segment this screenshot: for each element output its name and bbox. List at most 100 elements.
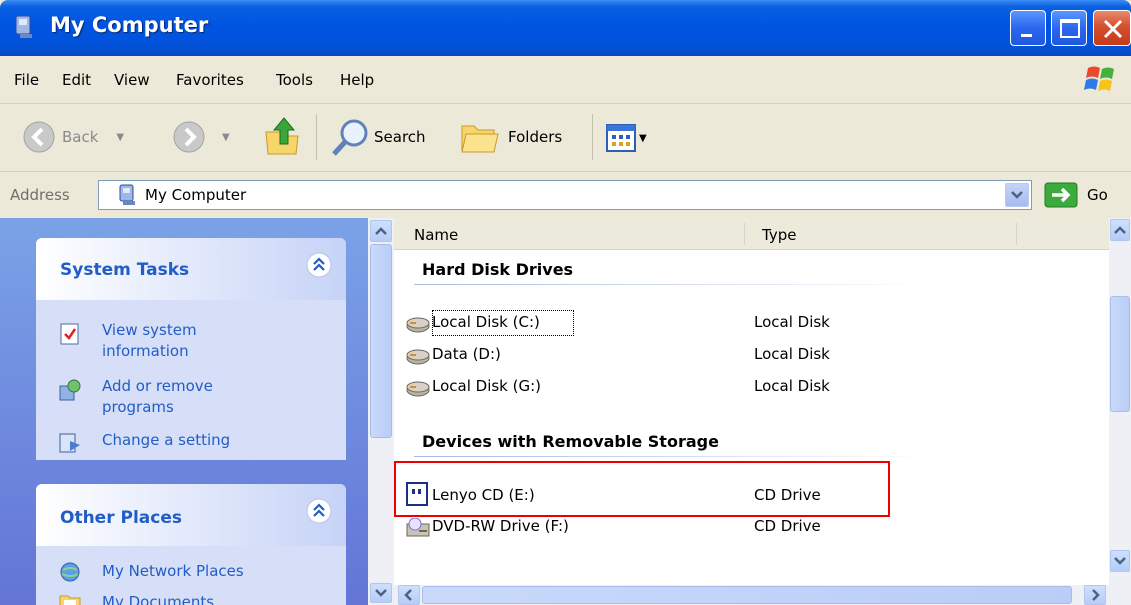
folders-icon	[461, 125, 499, 153]
window-title: My Computer	[50, 13, 209, 37]
my-network-places-link[interactable]: My Network Places	[102, 561, 244, 582]
highlight-box	[394, 461, 890, 517]
menu-edit[interactable]: Edit	[62, 71, 91, 89]
add-remove-programs-link[interactable]: Add or remove programs	[102, 376, 252, 418]
toolbar-separator	[316, 114, 317, 160]
minimize-icon	[1021, 34, 1032, 37]
forward-dropdown-icon[interactable]: ▼	[222, 132, 230, 143]
address-bar: Address My Computer Go	[0, 172, 1131, 218]
address-dropdown-button[interactable]	[1005, 183, 1029, 207]
back-label: Back	[62, 128, 99, 146]
group-title-removable: Devices with Removable Storage	[422, 432, 719, 451]
group-divider	[414, 284, 934, 285]
menu-help[interactable]: Help	[340, 71, 374, 89]
windows-logo-icon	[1084, 66, 1114, 91]
address-field[interactable]: My Computer	[98, 180, 1032, 210]
hard-disk-icon	[406, 349, 430, 365]
maximize-button[interactable]	[1051, 10, 1087, 46]
scroll-up-button[interactable]	[370, 220, 392, 242]
chevron-left-icon	[404, 589, 412, 601]
back-arrow-icon	[23, 121, 55, 153]
control-panel-icon	[59, 433, 80, 453]
my-computer-icon	[15, 15, 32, 38]
toolbar-separator	[592, 114, 593, 160]
scroll-right-button[interactable]	[1084, 585, 1106, 605]
scroll-down-button[interactable]	[370, 583, 392, 603]
views-dropdown-icon[interactable]: ▼	[639, 133, 647, 144]
toolbar: Back ▼ ▼ Search Folders ▼	[0, 104, 1131, 172]
chevron-right-icon	[1092, 589, 1100, 601]
collapse-chevron-icon[interactable]	[306, 252, 332, 278]
up-folder-button[interactable]	[262, 114, 302, 158]
scroll-thumb[interactable]	[370, 244, 392, 438]
drive-f-name[interactable]: DVD-RW Drive (F:)	[432, 517, 569, 535]
scroll-thumb[interactable]	[1110, 296, 1130, 412]
drive-g-name[interactable]: Local Disk (G:)	[432, 377, 541, 395]
search-icon	[332, 119, 368, 156]
go-arrow-icon[interactable]	[1044, 182, 1078, 208]
go-button-label[interactable]: Go	[1087, 186, 1108, 204]
chevron-down-icon	[375, 589, 387, 597]
column-name-header[interactable]: Name	[414, 226, 458, 244]
folders-label: Folders	[508, 128, 563, 146]
menu-tools[interactable]: Tools	[276, 71, 313, 89]
view-system-information-link[interactable]: View system information	[102, 320, 252, 362]
address-value: My Computer	[145, 186, 247, 204]
other-places-title: Other Places	[60, 508, 182, 528]
group-title-hard-disks: Hard Disk Drives	[422, 260, 574, 279]
minimize-button[interactable]	[1010, 10, 1046, 46]
drive-g-type: Local Disk	[754, 377, 830, 395]
scroll-down-button[interactable]	[1110, 550, 1130, 572]
chevron-down-icon	[1114, 557, 1126, 565]
close-icon	[1103, 19, 1123, 39]
task-pane-scrollbar[interactable]	[368, 218, 394, 605]
my-documents-link[interactable]: My Documents	[102, 592, 214, 605]
menu-favorites[interactable]: Favorites	[176, 71, 244, 89]
add-remove-programs-icon	[59, 379, 81, 401]
menu-file[interactable]: File	[14, 71, 39, 89]
views-button[interactable]: ▼	[606, 124, 647, 152]
close-button[interactable]	[1093, 10, 1131, 46]
folders-button[interactable]: Folders	[458, 116, 562, 158]
system-tasks-header[interactable]: System Tasks	[36, 238, 346, 300]
drive-c-name[interactable]: Local Disk (C:)	[432, 313, 540, 331]
up-folder-icon	[265, 117, 299, 155]
my-documents-icon	[59, 595, 81, 605]
forward-arrow-icon	[173, 121, 205, 153]
back-button[interactable]: Back ▼	[22, 120, 124, 154]
scroll-up-button[interactable]	[1110, 219, 1130, 241]
hard-disk-icon	[406, 317, 430, 333]
task-pane: System Tasks View system information Add…	[0, 218, 368, 605]
scroll-left-button[interactable]	[398, 585, 420, 605]
other-places-header[interactable]: Other Places	[36, 484, 346, 546]
forward-button[interactable]: ▼	[172, 120, 230, 154]
column-type-header[interactable]: Type	[762, 226, 796, 244]
chevron-up-icon	[1114, 226, 1126, 234]
file-list: Name Type Hard Disk Drives Local Disk (C…	[394, 218, 1109, 585]
other-places-panel: Other Places My Network Places My Docume…	[36, 484, 346, 605]
collapse-chevron-icon[interactable]	[306, 498, 332, 524]
group-divider	[414, 456, 934, 457]
column-divider[interactable]	[1016, 223, 1017, 245]
drive-f-type: CD Drive	[754, 517, 821, 535]
system-tasks-panel: System Tasks View system information Add…	[36, 238, 346, 460]
title-bar[interactable]: My Computer	[0, 0, 1131, 56]
search-label: Search	[374, 128, 426, 146]
drive-c-type: Local Disk	[754, 313, 830, 331]
chevron-down-icon	[1011, 191, 1023, 199]
change-setting-link[interactable]: Change a setting	[102, 430, 230, 451]
views-icon	[606, 124, 636, 152]
drive-d-name[interactable]: Data (D:)	[432, 345, 501, 363]
network-places-icon	[60, 562, 80, 582]
search-button[interactable]: Search	[330, 116, 426, 158]
scroll-thumb[interactable]	[422, 586, 1072, 604]
hard-disk-icon	[406, 381, 430, 397]
system-tasks-title: System Tasks	[60, 260, 190, 280]
menu-view[interactable]: View	[114, 71, 150, 89]
column-divider[interactable]	[744, 223, 745, 245]
my-computer-icon	[119, 184, 135, 205]
horizontal-scrollbar[interactable]	[394, 585, 1131, 605]
back-dropdown-icon[interactable]: ▼	[116, 132, 124, 143]
chevron-up-icon	[375, 227, 387, 235]
file-list-scrollbar[interactable]	[1109, 218, 1131, 585]
